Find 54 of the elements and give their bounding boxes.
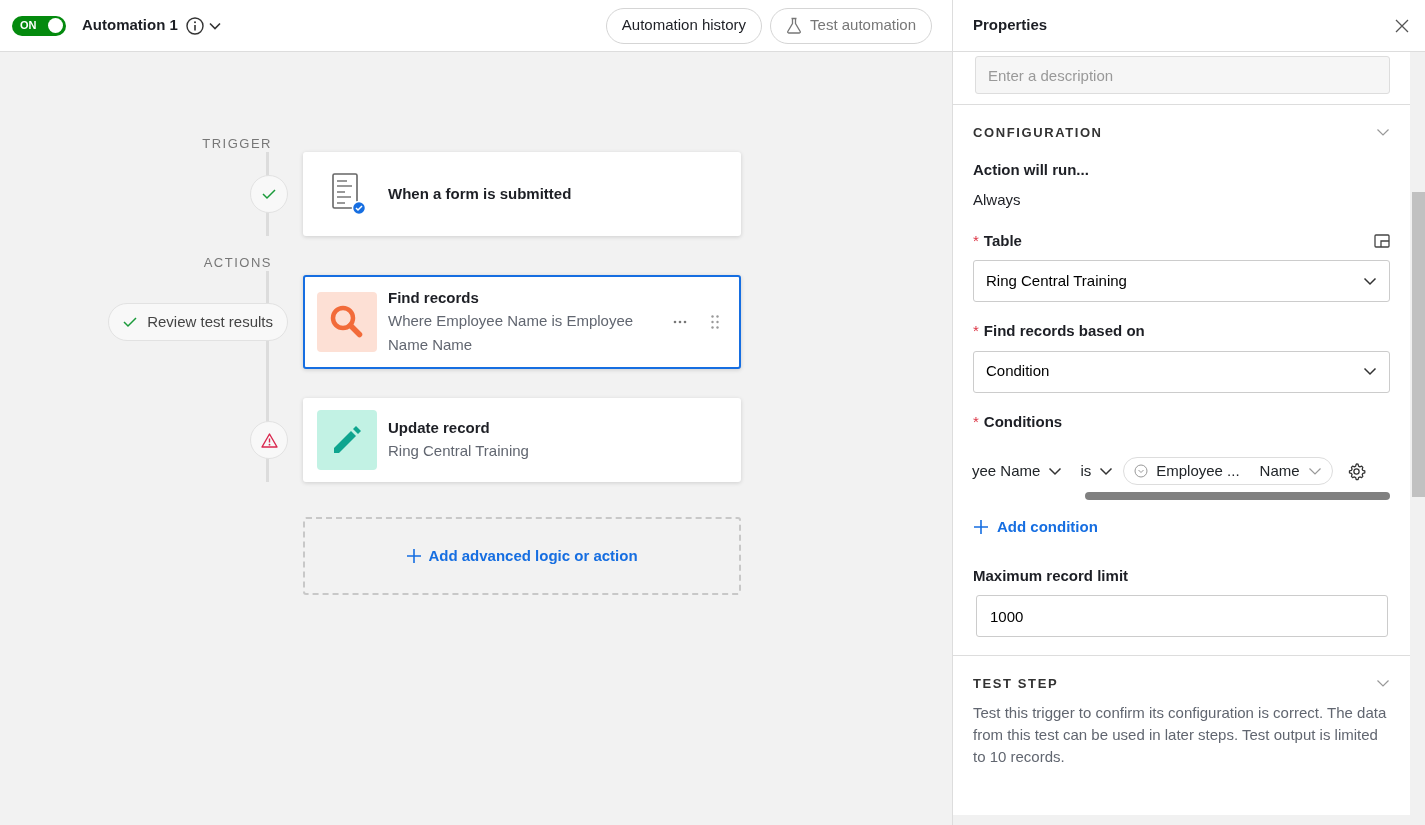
- step-card[interactable]: When a form is submitted: [303, 152, 741, 236]
- chevron-down-icon: [1099, 466, 1114, 476]
- plus-icon: [973, 519, 989, 536]
- info-icon[interactable]: [185, 16, 204, 35]
- settings-icon[interactable]: [1346, 461, 1366, 481]
- help-text: Test this trigger to confirm its configuration is correct. The data from this test can be used in later steps. Test output is limited to 10 records.: [973, 702, 1388, 767]
- required-mark: *: [973, 322, 979, 339]
- section-heading: TEST STEP: [973, 675, 1059, 693]
- section-heading: CONFIGURATION: [973, 124, 1103, 142]
- field-label: * Table: [973, 230, 1022, 251]
- plus-icon: [406, 548, 423, 564]
- required-mark: *: [973, 231, 979, 249]
- test-automation-button[interactable]: Test automation: [770, 7, 932, 44]
- step-description: Ring Central Training: [388, 441, 530, 461]
- step-card[interactable]: Find records Where Employee Name is Employee Name Name: [303, 275, 741, 369]
- drag-handle-icon[interactable]: [711, 315, 719, 329]
- step-card[interactable]: Update record Ring Central Training: [303, 398, 741, 482]
- on-off-toggle[interactable]: ON: [12, 15, 66, 36]
- field-label: Action will run...: [973, 159, 1090, 180]
- operator-dropdown[interactable]: is: [1080, 459, 1114, 483]
- field-label: * Find records based on: [973, 321, 1145, 341]
- step-title: Find records: [388, 288, 480, 308]
- add-condition-link[interactable]: Add condition: [973, 516, 1098, 539]
- select-field[interactable]: Condition: [973, 350, 1390, 393]
- chevron-down-icon: [1048, 466, 1063, 476]
- chevron-down-icon: [1363, 367, 1377, 376]
- field-dropdown[interactable]: yee Name: [972, 459, 1063, 483]
- expand-icon[interactable]: [1374, 233, 1390, 248]
- close-icon[interactable]: [1395, 18, 1409, 33]
- review-results-button[interactable]: Review test results: [108, 303, 288, 341]
- required-mark: *: [973, 412, 979, 430]
- more-icon[interactable]: [673, 320, 687, 324]
- horizontal-scrollbar[interactable]: [953, 815, 1425, 825]
- section-label: ACTIONS: [202, 255, 272, 271]
- scrollbar-thumb[interactable]: [1085, 492, 1390, 500]
- panel-title: Properties: [973, 15, 1048, 36]
- field-label: Maximum record limit: [973, 565, 1130, 586]
- flask-icon: [786, 17, 803, 34]
- field-label: * Conditions: [973, 411, 1063, 432]
- vertical-scrollbar[interactable]: [1410, 52, 1425, 815]
- record-limit-field[interactable]: 1000: [976, 595, 1388, 637]
- history-button[interactable]: Automation history: [605, 7, 763, 44]
- step-title: When a form is submitted: [388, 184, 573, 204]
- step-title: Update record: [388, 418, 491, 438]
- field-value: Always: [973, 190, 1022, 210]
- description-field[interactable]: Enter a description: [975, 56, 1390, 94]
- section-label: TRIGGER: [201, 136, 272, 152]
- automation-title: Automation 1: [82, 15, 178, 36]
- step-description: Where Employee Name is Employee Name Name: [388, 311, 635, 355]
- select-field[interactable]: Ring Central Training: [973, 260, 1390, 302]
- search-icon: [329, 304, 365, 340]
- add-action-button[interactable]: Add advanced logic or action: [303, 517, 741, 595]
- chevron-down-icon[interactable]: [207, 20, 222, 31]
- chevron-down-icon: [1363, 276, 1377, 286]
